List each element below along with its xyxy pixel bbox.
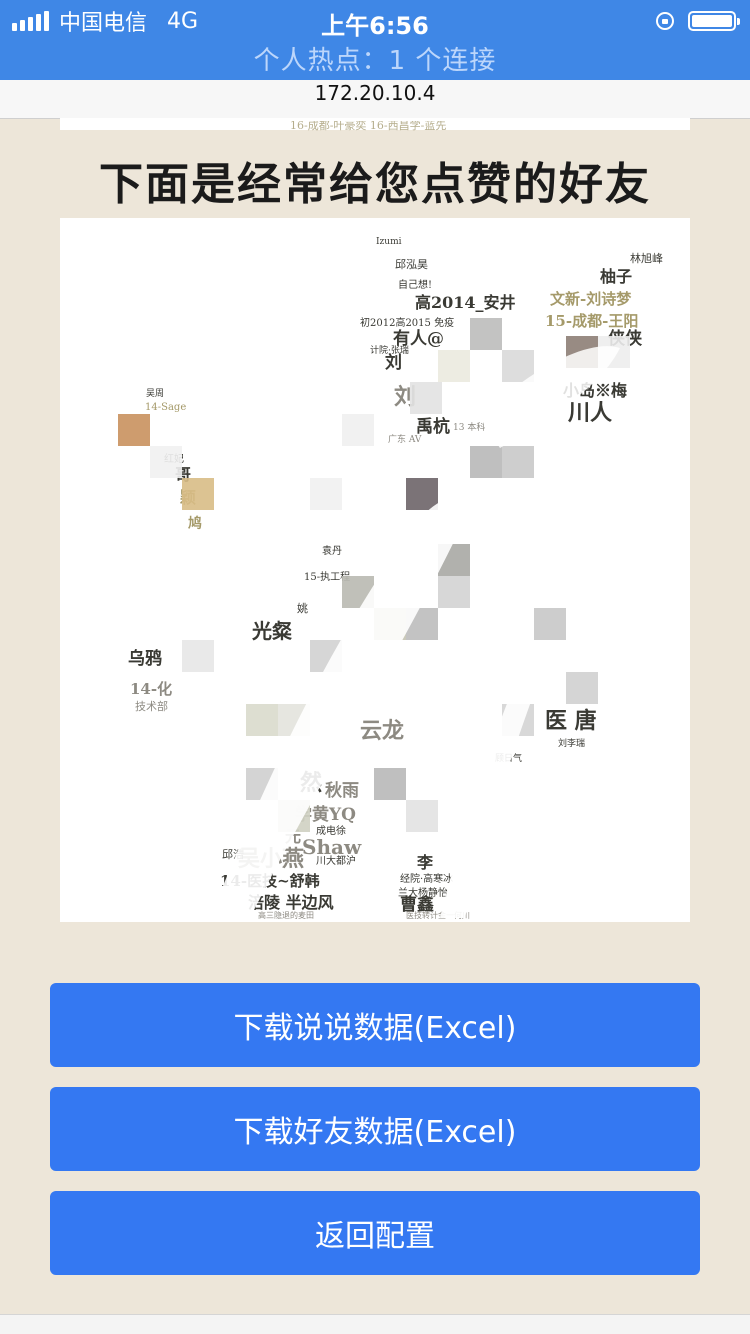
privacy-mosaic-block <box>406 478 438 510</box>
privacy-mosaic-block <box>470 318 502 350</box>
word-cloud-word: Izumi <box>376 237 402 247</box>
word-cloud-word: 初2012高2015 免疫 <box>360 316 454 329</box>
privacy-mosaic-block <box>342 414 374 446</box>
previous-image-caption: 16-成都-叶豪奕 16-西昌学-蓝先 <box>290 121 446 132</box>
word-cloud-word: 经院·高寒冰 <box>400 872 453 885</box>
word-cloud-word: 自己想! <box>398 278 432 291</box>
word-cloud-word: 李 <box>416 853 434 872</box>
word-cloud-word: 光粲 <box>251 619 293 643</box>
word-cloud-word: 林旭峰 <box>630 251 663 265</box>
word-cloud-word: 邱泓昊 <box>395 257 428 271</box>
word-cloud-word: 15-成都-王阳 <box>545 312 638 330</box>
word-cloud-word: 刘 <box>385 352 402 373</box>
url-address: 172.20.10.4 <box>314 81 436 105</box>
privacy-mosaic-block <box>470 446 502 478</box>
status-bar-right <box>656 6 740 36</box>
word-cloud-word: 姚 <box>297 601 308 615</box>
previous-image-strip: 16-成都-叶豪奕 16-西昌学-蓝先 <box>60 118 690 132</box>
word-cloud-word: 柚子 <box>600 267 632 286</box>
word-cloud-word: 高三隐退的麦田 <box>258 910 314 920</box>
word-cloud-word: 乌鸦 <box>128 648 162 669</box>
word-cloud-word: 川人 <box>567 400 612 426</box>
word-cloud-word: 刘李瑞 <box>558 737 585 749</box>
word-cloud-word: 13 本科 <box>453 421 485 433</box>
word-cloud-canvas: Izumi 邱泓昊自己想! 林旭峰柚子高2014_安井 文新-刘诗梦 15-成都-王阳 初… <box>118 237 663 920</box>
privacy-mosaic-block <box>374 768 406 800</box>
privacy-mosaic-block <box>566 672 598 704</box>
privacy-mosaic-block <box>310 478 342 510</box>
download-posts-button[interactable]: 下载说说数据(Excel) <box>50 983 700 1067</box>
download-friends-button[interactable]: 下载好友数据(Excel) <box>50 1087 700 1171</box>
privacy-mosaic-block <box>150 446 182 478</box>
word-cloud-word: 医 唐 <box>545 708 597 734</box>
word-cloud-word: 鸠 <box>188 515 202 532</box>
battery-icon <box>688 11 740 31</box>
status-bar: 中国电信 4G 上午6:56 个人热点：1 个连接 <box>0 0 750 80</box>
word-cloud-word: 禹杭 <box>416 416 450 437</box>
privacy-mosaic-block <box>502 446 534 478</box>
word-cloud-word: 广东 AV <box>388 433 422 445</box>
previous-image-fragment: 16-成都-叶豪奕 16-西昌学-蓝先 <box>290 118 446 132</box>
privacy-mosaic-block <box>438 576 470 608</box>
word-cloud-word: 技术部 <box>135 699 168 713</box>
privacy-mosaic-block <box>182 478 214 510</box>
word-cloud-word: 高2014_安井 <box>415 293 516 312</box>
status-time: 上午6:56 <box>321 12 429 40</box>
word-cloud-word: 吴周 <box>146 388 164 399</box>
hotspot-banner[interactable]: 个人热点：1 个连接 <box>0 40 750 77</box>
friends-word-cloud: Izumi 邱泓昊自己想! 林旭峰柚子高2014_安井 文新-刘诗梦 15-成都-王阳 初… <box>60 218 690 922</box>
word-cloud-word: 14-Sage <box>145 402 186 413</box>
bottom-toolbar-edge <box>0 1314 750 1334</box>
privacy-mosaic-block <box>410 382 442 414</box>
rotation-lock-icon <box>656 12 674 30</box>
privacy-mosaic-block <box>246 704 278 736</box>
word-cloud-word: 川大都沪 <box>316 854 356 867</box>
word-cloud-word: 文新-刘诗梦 <box>550 290 632 308</box>
word-cloud-word: 云龙 <box>360 718 404 744</box>
back-to-config-button[interactable]: 返回配置 <box>50 1191 700 1275</box>
url-bar[interactable]: 172.20.10.4 <box>0 80 750 119</box>
privacy-mosaic-block <box>438 350 470 382</box>
word-cloud-word: 袁丹 <box>322 545 342 557</box>
page-title: 下面是经常给您点赞的好友 <box>99 159 651 210</box>
privacy-mosaic-block <box>406 800 438 832</box>
privacy-mosaic-block <box>534 608 566 640</box>
word-cloud-word: 14-化 <box>130 680 172 698</box>
word-cloud-word: 秋雨 <box>325 780 359 801</box>
privacy-mosaic-block <box>182 640 214 672</box>
privacy-mosaic-block <box>118 414 150 446</box>
